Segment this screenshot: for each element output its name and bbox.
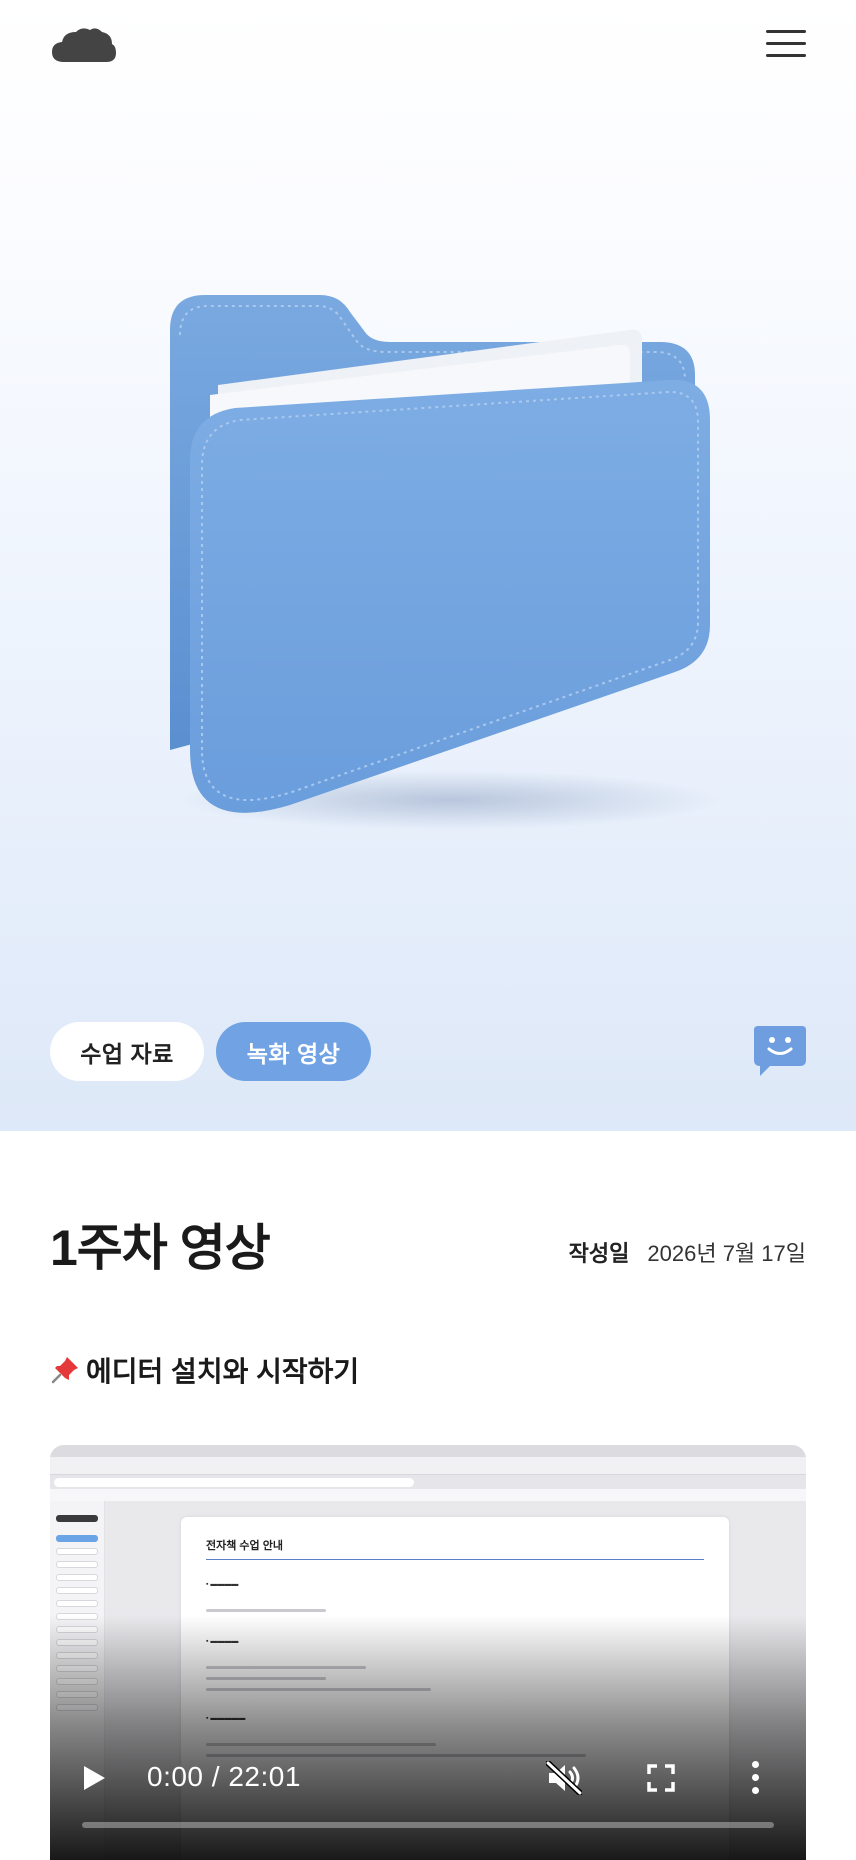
fullscreen-icon[interactable] <box>646 1763 676 1793</box>
date-label: 작성일 <box>568 1241 630 1266</box>
tab-recorded-videos[interactable]: 녹화 영상 <box>216 1022 371 1081</box>
pushpin-icon <box>51 1357 78 1384</box>
video-current-time: 0:00 <box>147 1761 204 1792</box>
date-value: 2026년 7월 17일 <box>647 1241 806 1266</box>
page-title: 1주차 영상 <box>50 1220 271 1276</box>
smile-chat-icon[interactable] <box>752 1022 808 1078</box>
post-date: 작성일 2026년 7월 17일 <box>569 1236 806 1268</box>
muted-speaker-icon[interactable] <box>546 1761 582 1795</box>
section-heading: 에디터 설치와 시작하기 <box>50 1350 359 1390</box>
hero-banner: 수업 자료 녹화 영상 <box>0 0 856 1131</box>
cloud-icon[interactable] <box>50 26 116 64</box>
more-options-icon[interactable] <box>750 1759 760 1795</box>
video-frame-toolbar <box>50 1457 806 1475</box>
video-time: 0:00 / 22:01 <box>147 1761 301 1793</box>
tab-class-materials-label: 수업 자료 <box>80 1040 174 1067</box>
video-progress-bar[interactable] <box>82 1822 774 1828</box>
play-icon[interactable] <box>80 1763 108 1793</box>
top-bar <box>0 0 856 100</box>
video-frame-doc-title: 전자책 수업 안내 <box>206 1540 283 1552</box>
section-title: 에디터 설치와 시작하기 <box>86 1356 360 1387</box>
hamburger-menu-icon[interactable] <box>766 28 806 58</box>
video-player[interactable]: 전자책 수업 안내 ▪ ▬▬▬▬ ▪ ▬▬▬▬ ▪ ▬▬▬▬▬ 0:00 / 2… <box>50 1445 806 1860</box>
tab-class-materials[interactable]: 수업 자료 <box>50 1022 204 1081</box>
folder-illustration <box>170 295 720 830</box>
video-frame-menubar <box>50 1445 806 1457</box>
video-time-separator: / <box>203 1761 229 1792</box>
video-frame-urlbar <box>50 1475 806 1489</box>
video-duration: 22:01 <box>228 1761 301 1792</box>
tab-recorded-videos-label: 녹화 영상 <box>246 1040 341 1067</box>
video-frame-bookmarks <box>50 1489 806 1501</box>
